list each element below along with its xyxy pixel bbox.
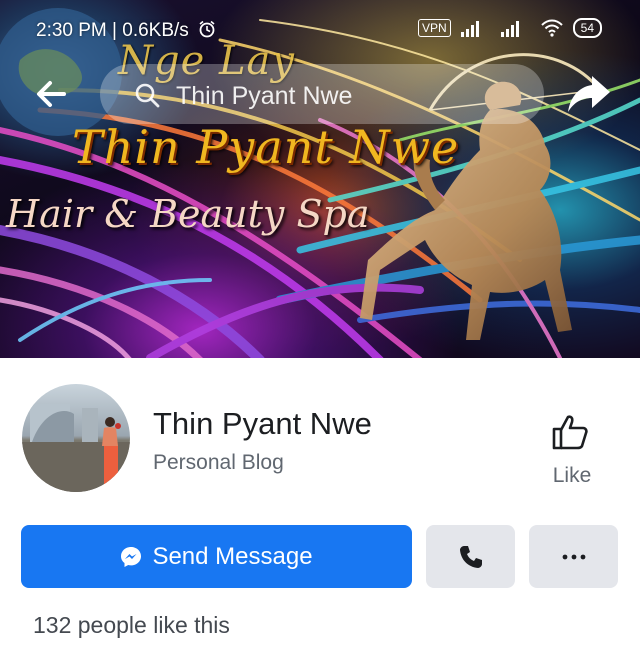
search-bar[interactable]: Thin Pyant Nwe <box>100 64 544 124</box>
status-icons: VPN 54 <box>417 18 602 38</box>
more-options-button[interactable] <box>529 525 618 588</box>
more-dots-icon <box>562 554 586 560</box>
back-arrow-icon <box>37 81 66 107</box>
call-button[interactable] <box>426 525 515 588</box>
cover-text-line-3: Hair & Beauty Spa <box>6 192 370 236</box>
page-category: Personal Blog <box>153 451 284 474</box>
like-label: Like <box>552 464 592 487</box>
alarm-icon <box>199 20 215 38</box>
search-query: Thin Pyant Nwe <box>176 82 353 110</box>
signal-icon-2 <box>500 21 519 37</box>
send-message-button[interactable]: Send Message <box>21 525 412 588</box>
profile-photo-art <box>22 404 130 492</box>
share-icon <box>568 76 610 112</box>
battery-indicator: 54 <box>572 18 602 38</box>
cover-text-line-2: Thin Pyant Nwe <box>72 120 460 174</box>
likes-count: 132 people like this <box>33 612 230 638</box>
share-button[interactable] <box>566 72 612 116</box>
status-time-text: 2:30 PM | 0.6KB/s <box>36 20 189 41</box>
phone-icon <box>460 546 482 568</box>
like-thumb-icon <box>552 415 588 450</box>
back-button[interactable] <box>30 74 74 114</box>
like-button[interactable]: Like <box>538 410 608 490</box>
cover-photo[interactable]: Nge Lay Thin Pyant Nwe Hair & Beauty Spa… <box>0 0 640 358</box>
status-time-speed: 2:30 PM | 0.6KB/s <box>36 20 216 42</box>
vpn-badge: VPN <box>417 19 451 37</box>
signal-icon <box>460 21 479 37</box>
status-bar: 2:30 PM | 0.6KB/s VPN 54 <box>0 0 640 60</box>
search-icon <box>135 83 160 108</box>
profile-picture[interactable] <box>22 384 130 492</box>
send-message-label: Send Message <box>152 542 313 570</box>
wifi-icon <box>540 19 563 37</box>
messenger-icon <box>121 546 142 567</box>
page-name: Thin Pyant Nwe <box>153 406 372 441</box>
